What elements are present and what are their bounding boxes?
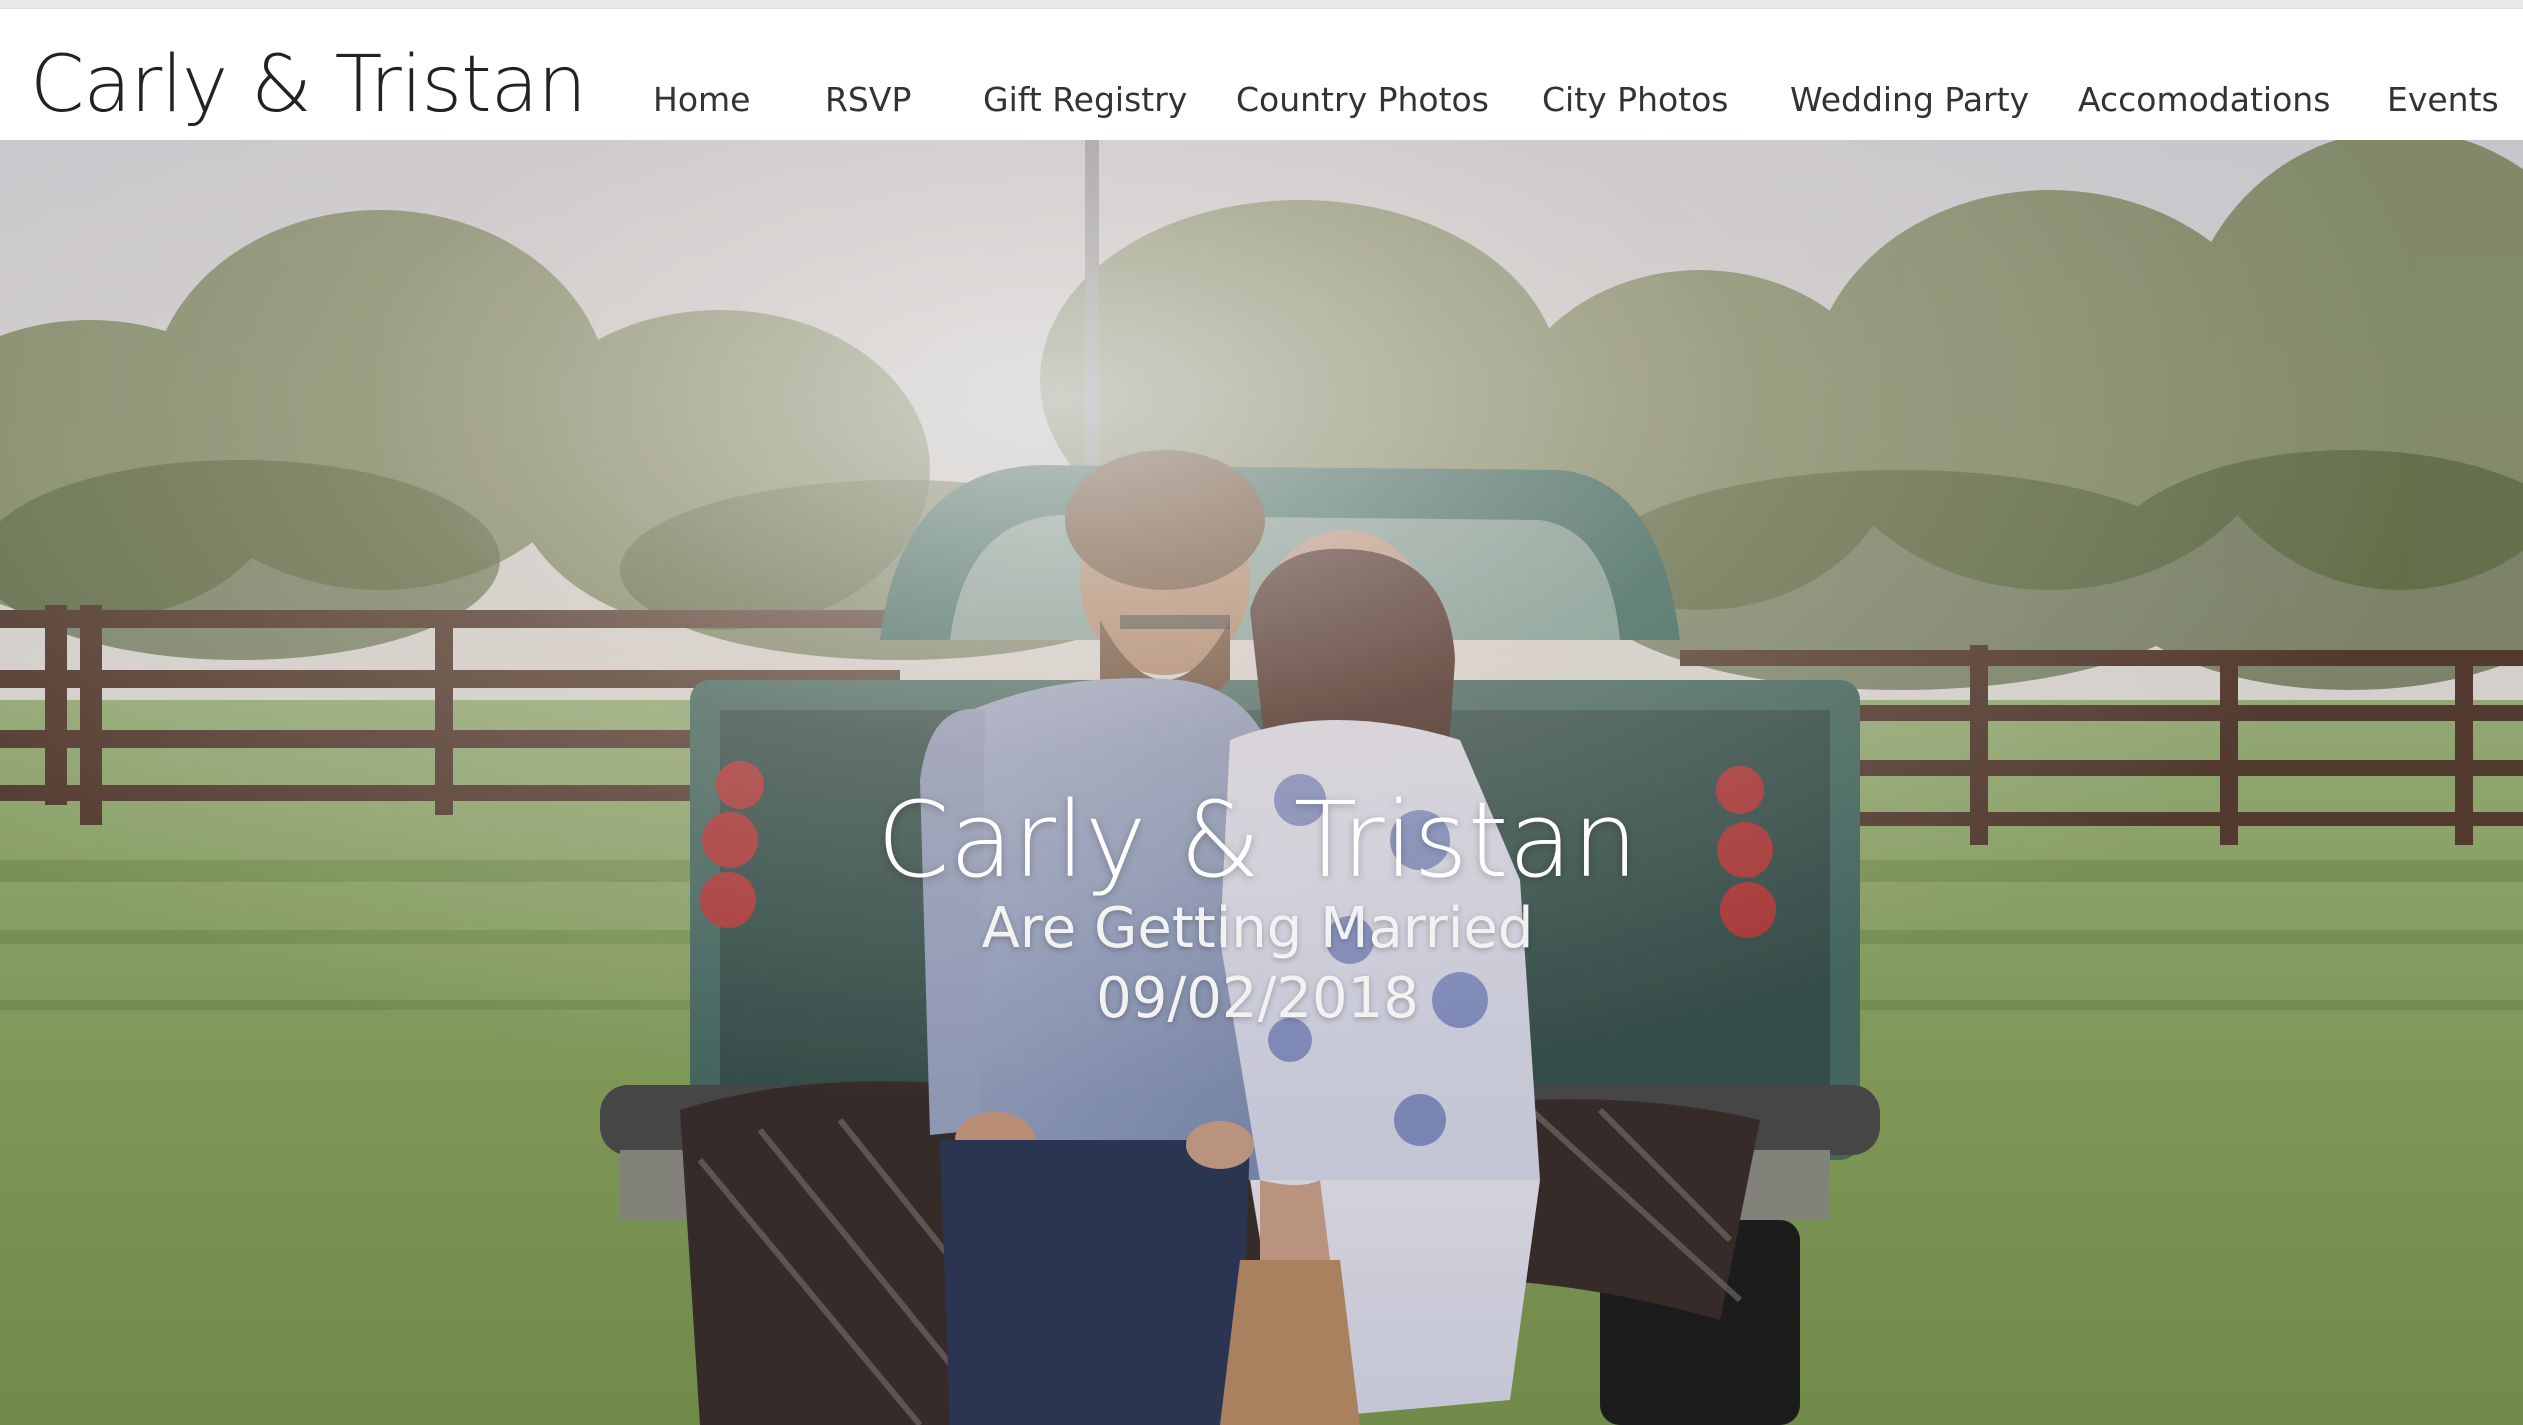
nav-item-rsvp[interactable]: RSVP <box>825 75 911 125</box>
hero-subtitle: Are Getting Married <box>981 896 1534 961</box>
nav-item-home[interactable]: Home <box>653 75 750 125</box>
nav-item-city-photos[interactable]: City Photos <box>1542 75 1729 125</box>
hero-banner: Carly & Tristan Are Getting Married 09/0… <box>0 140 2523 1425</box>
nav-item-accomodations[interactable]: Accomodations <box>2078 75 2330 125</box>
main-nav: Home RSVP Gift Registry Country Photos C… <box>5 75 2518 125</box>
nav-item-wedding-party[interactable]: Wedding Party <box>1790 75 2029 125</box>
nav-item-country-photos[interactable]: Country Photos <box>1236 75 1489 125</box>
site-header: Carly & Tristan Home RSVP Gift Registry … <box>5 9 2518 140</box>
nav-item-events[interactable]: Events <box>2387 75 2499 125</box>
hero-title: Carly & Tristan <box>876 779 1639 901</box>
browser-top-edge <box>0 0 2523 9</box>
hero-date: 09/02/2018 <box>1096 966 1419 1031</box>
nav-item-gift-registry[interactable]: Gift Registry <box>983 75 1187 125</box>
hero-text-overlay: Carly & Tristan Are Getting Married 09/0… <box>0 140 2523 1425</box>
